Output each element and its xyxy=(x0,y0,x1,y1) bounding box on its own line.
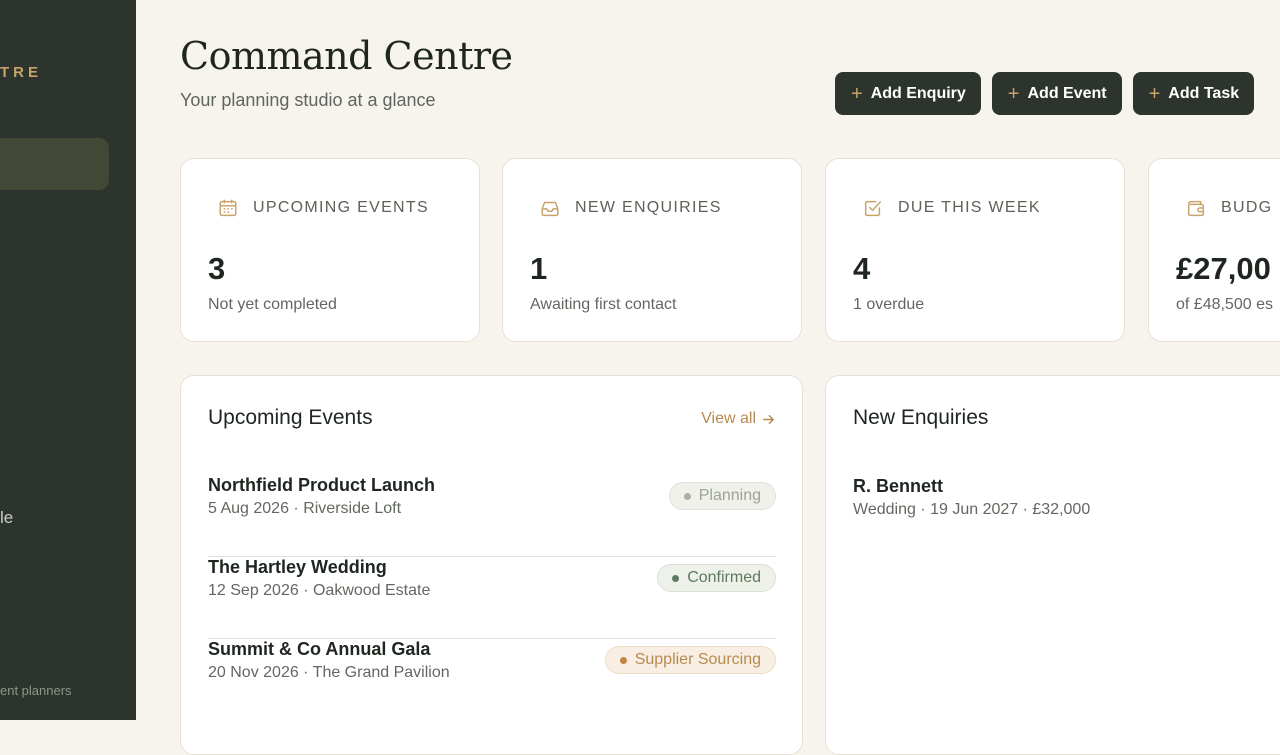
page-subtitle: Your planning studio at a glance xyxy=(180,90,436,110)
stat-subtext: 1 overdue xyxy=(853,296,925,313)
stat-label: BUDG xyxy=(1221,199,1273,216)
view-all-link[interactable]: View all xyxy=(701,410,775,428)
inbox-icon xyxy=(541,201,559,217)
sidebar-item-active[interactable] xyxy=(0,138,109,190)
add-enquiry-label: Add Enquiry xyxy=(870,84,966,102)
upcoming-events-panel: Upcoming Events View all Northfield Prod… xyxy=(180,375,803,755)
sidebar-footer-text: ent planners xyxy=(0,683,72,698)
stat-subtext: of £48,500 es xyxy=(1176,296,1273,313)
status-dot-icon xyxy=(672,574,680,582)
panel-title: Upcoming Events xyxy=(208,406,373,429)
event-row[interactable]: Summit & Co Annual Gala 20 Nov 2026 · Th… xyxy=(208,639,776,721)
status-dot-icon xyxy=(683,492,691,500)
plus-icon: + xyxy=(1148,82,1161,105)
event-name: Summit & Co Annual Gala xyxy=(208,639,431,659)
plus-icon: + xyxy=(1007,82,1020,105)
panel-title: New Enquiries xyxy=(853,406,989,429)
stat-label: DUE THIS WEEK xyxy=(898,199,1041,216)
plus-icon: + xyxy=(851,82,863,105)
event-name: The Hartley Wedding xyxy=(208,557,387,577)
sidebar-item[interactable]: le xyxy=(0,508,13,528)
enquiry-name: R. Bennett xyxy=(853,476,943,496)
add-task-button[interactable]: + Add Task xyxy=(1132,72,1255,115)
stat-label: UPCOMING EVENTS xyxy=(253,199,429,216)
stat-value: £27,00 xyxy=(1176,251,1271,286)
wallet-icon xyxy=(1187,200,1205,217)
arrow-right-icon xyxy=(763,414,774,424)
stat-card-new-enquiries: NEW ENQUIRIES 1 Awaiting first contact xyxy=(502,158,802,342)
sidebar: TRE le ent planners xyxy=(0,0,136,720)
status-badge-label: Planning xyxy=(698,487,761,504)
event-row[interactable]: The Hartley Wedding 12 Sep 2026 · Oakwoo… xyxy=(208,557,776,639)
stat-card-budget: BUDG £27,00 of £48,500 es xyxy=(1148,158,1280,342)
stat-value: 1 xyxy=(530,251,548,286)
status-badge-confirmed: Confirmed xyxy=(657,564,776,592)
status-badge-label: Supplier Sourcing xyxy=(634,651,761,668)
calendar-icon xyxy=(219,199,237,217)
stat-label: NEW ENQUIRIES xyxy=(575,199,722,216)
checkbox-icon xyxy=(864,200,882,217)
event-row[interactable]: Northfield Product Launch 5 Aug 2026 · R… xyxy=(208,475,776,557)
page-title: Command Centre xyxy=(180,34,513,78)
add-event-button[interactable]: + Add Event xyxy=(991,72,1122,115)
brand-logo-text: TRE xyxy=(0,64,42,81)
add-enquiry-button[interactable]: + Add Enquiry xyxy=(835,72,981,115)
status-badge-supplier-sourcing: Supplier Sourcing xyxy=(604,646,776,674)
stat-card-upcoming-events: UPCOMING EVENTS 3 Not yet completed xyxy=(180,158,480,342)
status-dot-icon xyxy=(619,656,627,664)
event-meta: 12 Sep 2026 · Oakwood Estate xyxy=(208,582,431,599)
event-meta: 5 Aug 2026 · Riverside Loft xyxy=(208,500,402,517)
add-event-label: Add Event xyxy=(1027,84,1107,102)
view-all-label: View all xyxy=(701,410,756,427)
stat-value: 4 xyxy=(853,251,871,286)
add-task-label: Add Task xyxy=(1168,84,1240,102)
new-enquiries-panel: New Enquiries R. Bennett Wedding · 19 Ju… xyxy=(825,375,1280,755)
action-bar: + Add Enquiry + Add Event + Add Task xyxy=(835,72,1255,115)
stat-subtext: Not yet completed xyxy=(208,296,337,313)
status-badge-label: Confirmed xyxy=(687,569,761,586)
stat-value: 3 xyxy=(208,251,226,286)
event-meta: 20 Nov 2026 · The Grand Pavilion xyxy=(208,664,450,681)
enquiry-meta: Wedding · 19 Jun 2027 · £32,000 xyxy=(853,501,1091,518)
stat-subtext: Awaiting first contact xyxy=(530,296,677,313)
stat-card-due-this-week: DUE THIS WEEK 4 1 overdue xyxy=(825,158,1125,342)
status-badge-planning: Planning xyxy=(668,482,776,510)
event-name: Northfield Product Launch xyxy=(208,475,435,495)
